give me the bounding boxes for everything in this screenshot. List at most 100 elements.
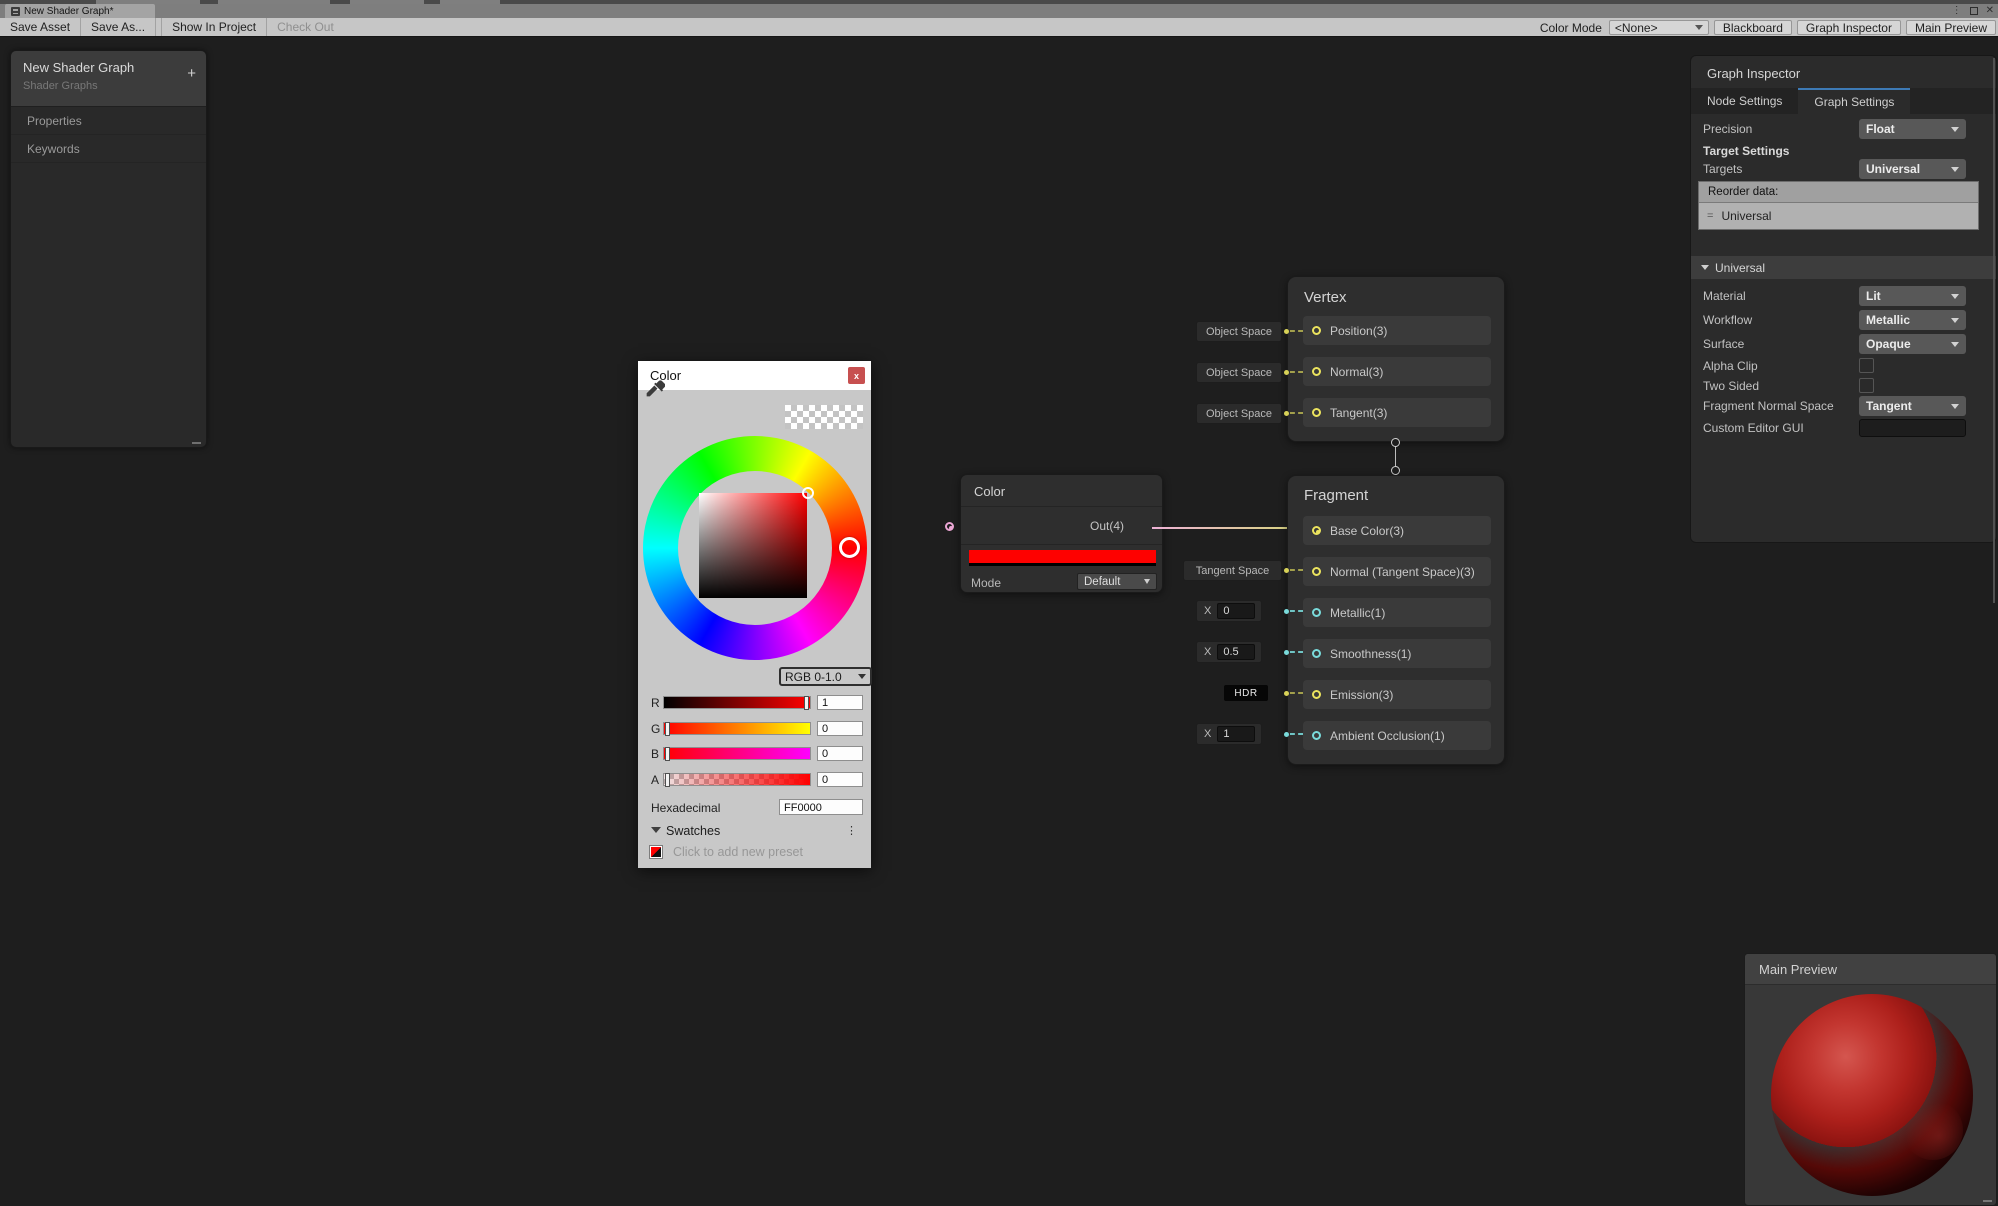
workflow-dropdown[interactable]: Metallic — [1859, 310, 1966, 330]
blackboard-section-keywords[interactable]: Keywords — [11, 135, 206, 163]
emission-hdr-chip[interactable]: HDR — [1224, 685, 1268, 701]
emission-port[interactable] — [1312, 690, 1321, 699]
ambient-occlusion-port[interactable] — [1312, 731, 1321, 740]
close-icon[interactable]: ✕ — [1986, 6, 1994, 16]
color-mode-dropdown[interactable]: <None> — [1609, 20, 1709, 35]
swatches-menu-icon[interactable]: ⋮ — [846, 824, 857, 837]
add-property-button[interactable]: + — [187, 65, 196, 82]
normal-space-chip[interactable]: Object Space — [1196, 362, 1282, 383]
position-port[interactable] — [1312, 326, 1321, 335]
fragment-slot-base-color[interactable]: Base Color(3) — [1303, 516, 1491, 545]
normal-port[interactable] — [1312, 367, 1321, 376]
preset-row[interactable]: Click to add new preset — [638, 844, 871, 862]
vertex-slot-tangent[interactable]: Tangent(3) — [1303, 398, 1491, 427]
r-value-field[interactable]: 1 — [817, 695, 863, 710]
smoothness-port[interactable] — [1312, 649, 1321, 658]
mode-dropdown[interactable]: Default — [1077, 573, 1157, 590]
color-swatch-field[interactable] — [969, 550, 1156, 566]
fragment-normal-space-dropdown[interactable]: Tangent — [1859, 396, 1966, 416]
normal-space-chip[interactable]: Tangent Space — [1183, 560, 1282, 581]
two-sided-checkbox[interactable] — [1859, 378, 1874, 393]
slider-handle[interactable] — [665, 747, 670, 761]
vertex-context-node[interactable]: Vertex Position(3) Normal(3) Tangent(3) — [1287, 276, 1505, 442]
eyedropper-icon[interactable] — [643, 378, 665, 400]
metallic-default-chip[interactable]: X 0 — [1196, 600, 1262, 622]
ambient-occlusion-default-chip[interactable]: X 1 — [1196, 723, 1262, 745]
stack-connector-dot-top[interactable] — [1391, 438, 1400, 447]
resize-handle[interactable] — [192, 442, 201, 444]
graph-inspector-toggle-button[interactable]: Graph Inspector — [1797, 20, 1901, 35]
inspector-tabs: Node Settings Graph Settings — [1691, 88, 1996, 114]
fragment-context-node[interactable]: Fragment Base Color(3) Normal (Tangent S… — [1287, 475, 1505, 765]
x-value-field[interactable]: 0 — [1217, 603, 1255, 619]
fragment-slot-normal[interactable]: Normal (Tangent Space)(3) — [1303, 557, 1491, 586]
x-value-field[interactable]: 0.5 — [1217, 644, 1255, 660]
blackboard-section-properties[interactable]: Properties — [11, 107, 206, 135]
tangent-port[interactable] — [1312, 408, 1321, 417]
preset-swatch-icon[interactable] — [649, 845, 663, 859]
b-value-field[interactable]: 0 — [817, 746, 863, 761]
swatches-label[interactable]: Swatches — [666, 824, 720, 838]
targets-dropdown[interactable]: Universal — [1859, 159, 1966, 179]
slider-handle[interactable] — [665, 773, 670, 787]
fragment-slot-metallic[interactable]: Metallic(1) — [1303, 598, 1491, 627]
surface-dropdown[interactable]: Opaque — [1859, 334, 1966, 354]
universal-foldout[interactable]: Universal — [1691, 256, 1996, 279]
resize-handle[interactable] — [1983, 1200, 1992, 1202]
close-button[interactable]: x — [848, 367, 865, 384]
save-asset-button[interactable]: Save Asset — [0, 18, 81, 36]
foldout-triangle-icon[interactable] — [651, 827, 661, 833]
vertex-slot-position[interactable]: Position(3) — [1303, 316, 1491, 345]
hex-input[interactable]: FF0000 — [779, 799, 863, 815]
g-slider[interactable] — [663, 722, 811, 735]
vertex-slot-normal[interactable]: Normal(3) — [1303, 357, 1491, 386]
out-port[interactable] — [945, 522, 954, 531]
tab-new-shader-graph[interactable]: New Shader Graph* — [5, 4, 155, 18]
hue-selector[interactable] — [839, 537, 860, 558]
fragment-slot-ambient-occlusion[interactable]: Ambient Occlusion(1) — [1303, 721, 1491, 750]
normal-ts-port[interactable] — [1312, 567, 1321, 576]
main-preview-toggle-button[interactable]: Main Preview — [1906, 20, 1996, 35]
fragment-slot-emission[interactable]: Emission(3) — [1303, 680, 1491, 709]
preview-sphere[interactable] — [1771, 994, 1973, 1196]
slider-handle[interactable] — [804, 696, 809, 710]
a-value-field[interactable]: 0 — [817, 772, 863, 787]
b-slider[interactable] — [663, 747, 811, 760]
smoothness-default-chip[interactable]: X 0.5 — [1196, 641, 1262, 663]
g-value-field[interactable]: 0 — [817, 721, 863, 736]
edge-color-to-basecolor[interactable] — [1152, 527, 1304, 529]
drag-handle-icon[interactable]: = — [1707, 210, 1713, 222]
position-space-chip[interactable]: Object Space — [1196, 321, 1282, 342]
precision-dropdown[interactable]: Float — [1859, 119, 1966, 139]
scrollbar[interactable] — [1993, 58, 1995, 603]
custom-editor-gui-input[interactable] — [1859, 419, 1966, 437]
color-node[interactable]: Color Out(4) Mode Default — [960, 474, 1163, 593]
a-slider[interactable] — [663, 773, 811, 786]
base-color-port[interactable] — [1312, 526, 1321, 535]
main-preview-header[interactable]: Main Preview — [1745, 954, 1996, 985]
window-menu-icon[interactable]: ⋮ — [1952, 6, 1962, 16]
tab-node-settings[interactable]: Node Settings — [1691, 88, 1798, 114]
sv-selector[interactable] — [802, 487, 814, 499]
show-in-project-button[interactable]: Show In Project — [161, 18, 267, 36]
stack-connector-dot-bottom[interactable] — [1391, 466, 1400, 475]
blackboard-header[interactable]: New Shader Graph Shader Graphs + — [11, 51, 206, 107]
tab-graph-settings[interactable]: Graph Settings — [1798, 88, 1910, 114]
metallic-port[interactable] — [1312, 608, 1321, 617]
maximize-icon[interactable] — [1970, 7, 1978, 15]
tangent-space-chip[interactable]: Object Space — [1196, 403, 1282, 424]
slider-handle[interactable] — [665, 722, 670, 736]
reorder-item-universal[interactable]: = Universal — [1699, 203, 1978, 229]
saturation-value-square[interactable] — [699, 493, 807, 598]
blackboard-toggle-button[interactable]: Blackboard — [1714, 20, 1792, 35]
save-as-button[interactable]: Save As... — [81, 18, 156, 36]
workflow-value: Metallic — [1866, 313, 1910, 327]
x-value-field[interactable]: 1 — [1217, 726, 1255, 742]
r-slider[interactable] — [663, 696, 811, 709]
color-picker-titlebar[interactable]: Color x — [638, 361, 871, 390]
alpha-clip-checkbox[interactable] — [1859, 358, 1874, 373]
material-dropdown[interactable]: Lit — [1859, 286, 1966, 306]
fragment-slot-smoothness[interactable]: Smoothness(1) — [1303, 639, 1491, 668]
rgb-mode-dropdown[interactable]: RGB 0-1.0 — [779, 667, 872, 686]
hue-wheel[interactable] — [643, 436, 867, 660]
